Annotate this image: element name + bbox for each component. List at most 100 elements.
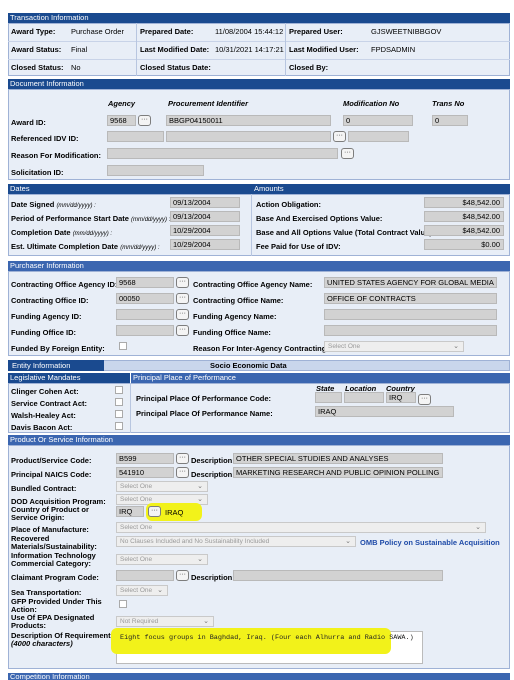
closed-status-date-label: Closed Status Date:	[140, 63, 211, 72]
competition-header: Competition Information	[8, 673, 510, 680]
psc-description-field[interactable]: OTHER SPECIAL STUDIES AND ANALYSES	[233, 453, 443, 464]
amounts-header: Amounts	[252, 184, 510, 194]
co-agency-name-field[interactable]: UNITED STATES AGENCY FOR GLOBAL MEDIA	[324, 277, 497, 288]
completion-date-field[interactable]: 10/29/2004	[170, 225, 240, 236]
place-code-label: Principal Place Of Performance Code:	[136, 394, 272, 403]
place-manufacture-label: Place of Manufacture:	[11, 525, 89, 534]
reason-modification-field[interactable]	[107, 148, 338, 159]
completion-date-label: Completion Date (mm/dd/yyyy) :	[11, 228, 113, 237]
place-country-field[interactable]: IRQ	[386, 392, 416, 403]
action-obligation-field[interactable]: $48,542.00	[424, 197, 504, 208]
base-exercised-field[interactable]: $48,542.00	[424, 211, 504, 222]
funding-agency-id-label: Funding Agency ID:	[11, 312, 82, 321]
walsh-healey-label: Walsh-Healey Act:	[11, 411, 76, 420]
co-agency-id-field[interactable]: 9568	[116, 277, 174, 288]
requirement-textarea[interactable]: Eight focus groups in Baghdad, Iraq. (Fo…	[111, 628, 423, 664]
product-header: Product Or Service Information	[8, 435, 510, 445]
naics-description-field[interactable]: MARKETING RESEARCH AND PUBLIC OPINION PO…	[233, 467, 443, 478]
epa-products-select[interactable]: Not Required ⌄	[116, 616, 214, 627]
divider	[8, 41, 510, 42]
walsh-healey-checkbox[interactable]	[115, 410, 123, 418]
agency-lookup-button[interactable]: ···	[138, 115, 151, 126]
claimant-program-field[interactable]	[116, 570, 174, 581]
divider	[285, 23, 286, 76]
co-agency-lookup-button[interactable]: ···	[176, 277, 189, 288]
country-origin-label: Country of Product or Service Origin:	[11, 505, 89, 522]
omb-policy-link[interactable]: OMB Policy on Sustainable Acquisition	[360, 538, 500, 547]
funding-agency-lookup-button[interactable]: ···	[176, 309, 189, 320]
co-agency-name-label: Contracting Office Agency Name:	[193, 280, 313, 289]
requirement-limit: (4000 characters)	[11, 639, 73, 648]
idv-fee-label: Fee Paid for Use of IDV:	[256, 242, 341, 251]
place-state-field[interactable]	[315, 392, 342, 403]
col-agency: Agency	[108, 99, 136, 108]
ref-idv-mod-field[interactable]	[348, 131, 409, 142]
chevron-down-icon: ⌄	[345, 538, 351, 545]
claimant-lookup-button[interactable]: ···	[176, 570, 189, 581]
ref-idv-agency-field[interactable]	[107, 131, 164, 142]
foreign-entity-checkbox[interactable]	[119, 342, 127, 350]
tab-entity-information[interactable]: Entity Information	[8, 360, 104, 371]
ult-completion-field[interactable]: 10/29/2004	[170, 239, 240, 250]
legislative-header: Legislative Mandates	[8, 373, 130, 383]
tab-socio-economic[interactable]: Socio Economic Data	[210, 361, 287, 370]
place-location-field[interactable]	[344, 392, 384, 403]
bundled-contract-label: Bundled Contract:	[11, 484, 77, 493]
base-all-options-field[interactable]: $48,542.00	[424, 225, 504, 236]
naics-label: Principal NAICS Code:	[11, 470, 92, 479]
claimant-program-label: Claimant Program Code:	[11, 573, 99, 582]
funding-office-name-label: Funding Office Name:	[193, 328, 271, 337]
ref-idv-lookup-button[interactable]: ···	[333, 131, 346, 142]
date-signed-label: Date Signed (mm/dd/yyyy) :	[11, 200, 96, 209]
bundled-contract-select[interactable]: Select One ⌄	[116, 481, 208, 492]
co-office-id-field[interactable]: 00050	[116, 293, 174, 304]
recovered-materials-select[interactable]: No Clauses Included and No Sustainabilit…	[116, 536, 356, 547]
funding-agency-id-field[interactable]	[116, 309, 174, 320]
gfp-checkbox[interactable]	[119, 600, 127, 608]
co-agency-id-label: Contracting Office Agency ID:	[11, 280, 118, 289]
clinger-cohen-checkbox[interactable]	[115, 386, 123, 394]
chevron-down-icon: ⌄	[197, 556, 203, 563]
trans-no-field[interactable]: 0	[432, 115, 468, 126]
pop-start-field[interactable]: 09/13/2004	[170, 211, 240, 222]
naics-lookup-button[interactable]: ···	[176, 467, 189, 478]
last-modified-date-value: 10/31/2021 14:17:21	[215, 45, 284, 54]
place-name-field[interactable]: IRAQ	[315, 406, 454, 417]
col-modification-no: Modification No	[343, 99, 400, 108]
procurement-id-field[interactable]: BBGP04150011	[166, 115, 331, 126]
gfp-label: GFP Provided Under This Action:	[11, 597, 102, 614]
naics-field[interactable]: 541910	[116, 467, 174, 478]
service-contract-checkbox[interactable]	[115, 398, 123, 406]
prepared-date-value: 11/08/2004 15:44:12	[215, 27, 284, 36]
it-category-select[interactable]: Select One ⌄	[116, 554, 208, 565]
funding-agency-name-field[interactable]	[324, 309, 497, 320]
modification-no-field[interactable]: 0	[343, 115, 413, 126]
davis-bacon-checkbox[interactable]	[115, 422, 123, 430]
place-lookup-button[interactable]: ···	[418, 394, 431, 405]
inter-agency-select[interactable]: Select One ⌄	[324, 341, 464, 352]
action-obligation-label: Action Obligation:	[256, 200, 321, 209]
chevron-down-icon: ⌄	[157, 587, 163, 594]
sea-transport-select[interactable]: Select One ⌄	[116, 585, 168, 596]
country-origin-lookup-button[interactable]: ···	[148, 506, 161, 517]
reason-lookup-button[interactable]: ···	[341, 148, 354, 159]
funding-office-id-field[interactable]	[116, 325, 174, 336]
divider	[251, 194, 252, 256]
funding-office-name-field[interactable]	[324, 325, 497, 336]
idv-fee-field[interactable]: $0.00	[424, 239, 504, 250]
date-signed-field[interactable]: 09/13/2004	[170, 197, 240, 208]
psc-lookup-button[interactable]: ···	[176, 453, 189, 464]
country-origin-code-field[interactable]: IRQ	[116, 506, 144, 517]
co-office-lookup-button[interactable]: ···	[176, 293, 189, 304]
solicitation-id-field[interactable]	[107, 165, 204, 176]
claimant-description-field[interactable]	[233, 570, 443, 581]
ref-idv-id-field[interactable]	[166, 131, 331, 142]
funding-office-lookup-button[interactable]: ···	[176, 325, 189, 336]
dates-header: Dates	[8, 184, 252, 194]
place-manufacture-select[interactable]: Select One ⌄	[116, 522, 486, 533]
reason-modification-label: Reason For Modification:	[11, 151, 101, 160]
award-agency-field[interactable]: 9568	[107, 115, 136, 126]
divider	[130, 383, 131, 433]
co-office-name-field[interactable]: OFFICE OF CONTRACTS	[324, 293, 497, 304]
psc-field[interactable]: B599	[116, 453, 174, 464]
